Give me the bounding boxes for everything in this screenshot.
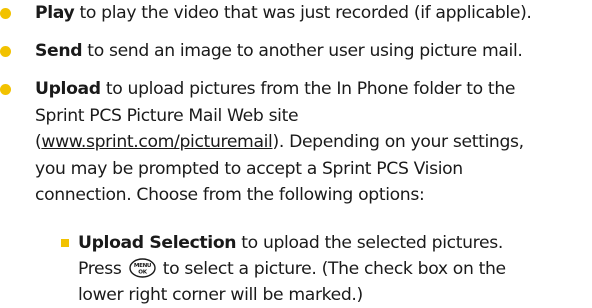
item-term: Play [35, 3, 75, 23]
sub-item-description: to upload the selected pictures. [236, 233, 503, 253]
item-line-3-rest: ). Depending on your settings, [272, 132, 524, 152]
bullet-icon [0, 84, 11, 95]
sub-line-2: Press MENU OK to select a picture. (The c… [78, 256, 588, 282]
sub-item-text: Upload Selection to upload the selected … [78, 230, 588, 308]
menu-key-bottom-label: OK [138, 270, 147, 276]
item-description: to send an image to another user using p… [82, 41, 523, 61]
sub-item-term: Upload Selection [78, 233, 237, 253]
item-term: Send [35, 41, 83, 61]
item-description: to upload pictures from the In Phone fol… [100, 79, 516, 99]
sub-line-1: Upload Selection to upload the selected … [78, 230, 588, 256]
item-text: Send to send an image to another user us… [35, 38, 586, 65]
item-text: Upload to upload pictures from the In Ph… [35, 76, 586, 209]
bullet-icon [0, 8, 11, 19]
item-line-5: connection. Choose from the following op… [35, 185, 425, 205]
bullet-icon [0, 46, 11, 57]
sub-bullet-icon [61, 239, 69, 247]
menu-key-top-label: MENU [134, 263, 152, 269]
item-text: Play to play the video that was just rec… [35, 0, 586, 27]
item-term: Upload [35, 79, 101, 99]
sub-item-description-2: to select a picture. (The check box on t… [157, 259, 506, 279]
picturemail-link[interactable]: www.sprint.com/picturemail [41, 132, 272, 152]
item-description: to play the video that was just recorded… [74, 3, 532, 23]
item-line-3: (www.sprint.com/picturemail). Depending … [35, 129, 586, 156]
menu-ok-key-icon: MENUOK [128, 258, 156, 278]
item-line-1: Upload to upload pictures from the In Ph… [35, 76, 586, 103]
item-line-4: you may be prompted to accept a Sprint P… [35, 158, 463, 179]
manual-page: Play to play the video that was just rec… [0, 0, 592, 308]
press-text: Press [78, 259, 127, 279]
item-line-2: Sprint PCS Picture Mail Web site [35, 105, 299, 126]
sub-line-3: lower right corner will be marked.) [78, 285, 363, 305]
